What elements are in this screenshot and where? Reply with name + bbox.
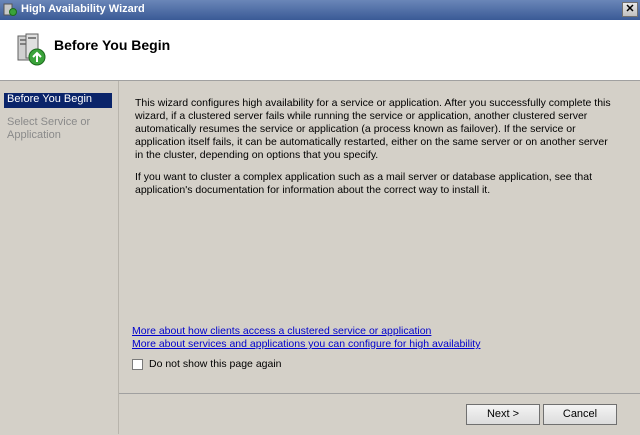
cancel-button[interactable]: Cancel	[543, 404, 617, 425]
wizard-steps-sidebar: Before You Begin Select Service or Appli…	[0, 81, 119, 434]
close-button[interactable]: ✕	[622, 2, 638, 17]
step-select-service[interactable]: Select Service or Application	[4, 116, 115, 142]
services-applications-link[interactable]: More about services and applications you…	[132, 338, 480, 350]
intro-paragraph: This wizard configures high availability…	[135, 97, 611, 161]
next-button[interactable]: Next >	[466, 404, 540, 425]
cluster-wizard-icon	[17, 33, 46, 66]
dont-show-again-checkbox[interactable]	[132, 359, 143, 370]
wizard-content: This wizard configures high availability…	[119, 81, 640, 393]
dont-show-again-label[interactable]: Do not show this page again	[149, 358, 282, 370]
wizard-header: Before You Begin	[0, 20, 640, 81]
complex-app-paragraph: If you want to cluster a complex applica…	[135, 171, 592, 196]
step-before-you-begin[interactable]: Before You Begin	[4, 93, 112, 108]
wizard-window: High Availability Wizard ✕ Before You Be…	[0, 0, 640, 434]
window-title: High Availability Wizard	[21, 3, 145, 15]
wizard-footer: Next > Cancel	[119, 393, 640, 435]
wizard-app-icon	[3, 3, 17, 16]
clients-access-link[interactable]: More about how clients access a clustere…	[132, 325, 431, 337]
page-title: Before You Begin	[54, 37, 171, 53]
title-bar[interactable]: High Availability Wizard ✕	[0, 0, 640, 20]
